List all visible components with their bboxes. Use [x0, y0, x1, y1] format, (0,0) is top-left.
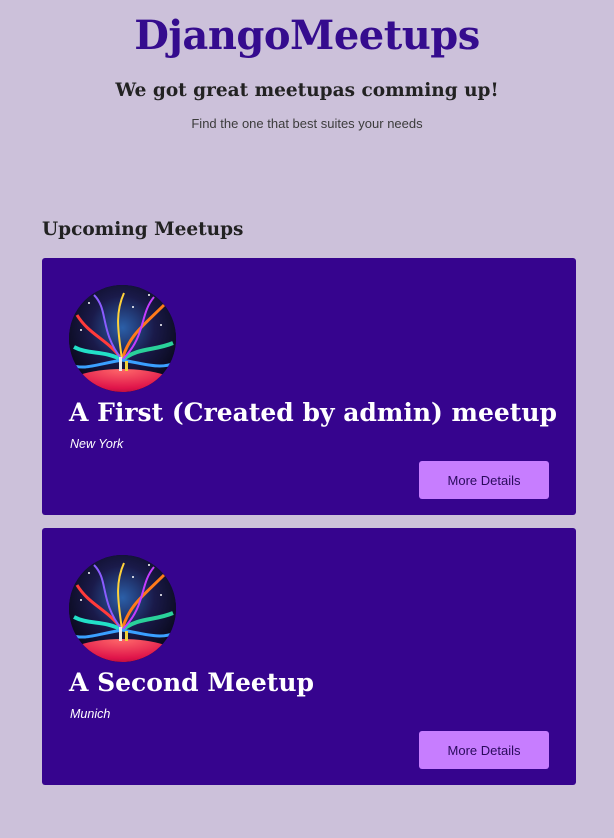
subtext: Find the one that best suites your needs — [191, 116, 423, 131]
cosmic-scene-icon — [69, 555, 176, 662]
meetup-title: A First (Created by admin) meetup — [69, 398, 558, 427]
site-title: DjangoMeetups — [134, 12, 480, 59]
page-header: DjangoMeetups We got great meetupas comm… — [0, 0, 614, 132]
meetup-title: A Second Meetup — [69, 668, 315, 697]
meetup-location: Munich — [70, 707, 111, 721]
more-details-button[interactable]: More Details — [419, 461, 549, 499]
meetup-location: New York — [70, 437, 124, 451]
more-details-button[interactable]: More Details — [419, 731, 549, 769]
meetup-card: A Second Meetup Munich More Details — [42, 528, 576, 785]
meetup-image — [69, 555, 176, 662]
tagline: We got great meetupas comming up! — [115, 80, 499, 101]
section-title: Upcoming Meetups — [42, 219, 244, 240]
meetup-card: A First (Created by admin) meetup New Yo… — [42, 258, 576, 515]
meetup-image — [69, 285, 176, 392]
upcoming-meetups-section: Upcoming Meetups A First (Created by adm… — [42, 216, 576, 798]
cosmic-scene-icon — [69, 285, 176, 392]
